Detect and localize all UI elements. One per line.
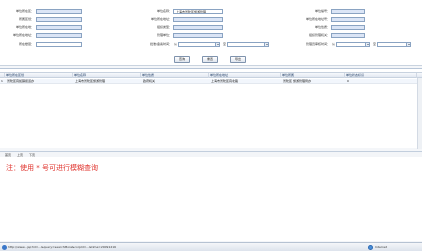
unit-nature-field[interactable] <box>331 25 365 30</box>
chevron-down-icon <box>406 43 410 46</box>
unit-site-field[interactable] <box>36 33 82 38</box>
org-type-field[interactable] <box>173 25 223 30</box>
grid-scrollbar[interactable] <box>417 78 422 149</box>
search-button[interactable]: 查询 <box>174 56 190 63</box>
division-field[interactable] <box>36 17 82 22</box>
approval-to-select[interactable] <box>227 42 269 47</box>
district-field[interactable] <box>36 9 82 14</box>
review-to-label: 至 <box>373 42 377 46</box>
row-unit-name: 上海市普陀区旅游管理 <box>75 79 106 83</box>
reset-button[interactable]: 重置 <box>202 56 218 63</box>
approval-from-select[interactable] <box>178 42 220 47</box>
approval-from-label: 从 <box>174 42 178 46</box>
status-bar: http://www...jsp?id=...&query=searchMore… <box>0 242 422 251</box>
security-zone[interactable]: Internet <box>375 245 387 250</box>
row-district: 普陀区真如镇街道办 <box>7 79 35 83</box>
grid-header-address[interactable]: 单位所在地址 <box>209 73 281 78</box>
review-from-label: 从 <box>332 42 336 46</box>
unit-location-field[interactable] <box>36 25 82 30</box>
approval-to-label: 至 <box>223 42 227 46</box>
grid-header-status[interactable]: 单位状态标识 <box>345 73 417 78</box>
chevron-down-icon <box>215 43 219 46</box>
division-label: 所属区划： <box>18 17 34 21</box>
approval-time-label: 批准/备案时间： <box>149 42 172 46</box>
org-type-label: 组织类型： <box>156 25 172 29</box>
grid-header-unit-name[interactable]: 单位名称 <box>73 73 141 78</box>
result-grid: 单位所在区划 单位名称 单位性质 单位所在地址 单位所属 单位状态标识 1 普陀… <box>0 68 422 149</box>
management-unit-label: 管理单位： <box>156 33 172 37</box>
globe-icon <box>368 245 373 250</box>
fuzzy-search-tip: 注：使用 * 号可进行模糊查询 <box>6 164 98 172</box>
review-from-select[interactable] <box>336 42 370 47</box>
grid-header-unit-nature[interactable]: 单位性质 <box>141 73 209 78</box>
tip-panel: 注：使用 * 号可进行模糊查询 <box>0 157 422 241</box>
address-number-label: 单位所在地址号： <box>305 17 330 21</box>
unit-address-field[interactable] <box>173 17 223 22</box>
status-url: http://www...jsp?id=...&query=searchMore… <box>8 245 117 249</box>
row-status: 0 <box>347 79 349 83</box>
org-authority-label: 组织管理机关： <box>308 33 330 37</box>
chevron-down-icon <box>264 43 268 46</box>
org-authority-field[interactable] <box>331 33 365 38</box>
unit-site-label: 单位所在地址： <box>12 33 34 37</box>
floor-label: 所在楼层： <box>18 42 34 46</box>
unit-number-field[interactable] <box>331 9 365 14</box>
row-affiliation: 普陀区 旅游管理局办 <box>283 79 311 83</box>
unit-nature-label: 单位性质： <box>314 25 330 29</box>
address-number-field[interactable] <box>331 17 365 22</box>
unit-name-label: 单位名称： <box>156 9 172 13</box>
query-form: 单位所在区： 单位名称： 上海市普陀区旅游管理 单位编号： 所属区划： 单位所在… <box>0 0 422 66</box>
district-label: 单位所在区： <box>15 9 34 13</box>
unit-name-field[interactable]: 上海市普陀区旅游管理 <box>173 9 223 14</box>
grid-header: 单位所在区划 单位名称 单位性质 单位所在地址 单位所属 单位状态标识 <box>0 72 422 78</box>
chevron-down-icon <box>365 43 369 46</box>
grid-header-district[interactable]: 单位所在区划 <box>5 73 73 78</box>
management-unit-field[interactable] <box>173 33 223 38</box>
page-icon <box>2 245 7 250</box>
row-address: 上海市普陀区真北路 <box>211 79 239 83</box>
table-row[interactable]: 1 普陀区真如镇街道办 上海市普陀区旅游管理 政府机关 上海市普陀区真北路 普陀… <box>0 79 422 84</box>
row-index: 1 <box>1 79 3 83</box>
unit-location-label: 单位所在地： <box>15 25 34 29</box>
review-time-label: 管理员审核时间： <box>305 42 330 46</box>
review-to-select[interactable] <box>377 42 411 47</box>
export-button[interactable]: 导出 <box>230 56 246 63</box>
unit-number-label: 单位编号： <box>314 9 330 13</box>
unit-address-label: 单位所在地址： <box>150 17 172 21</box>
floor-field[interactable] <box>36 42 82 47</box>
grid-header-affiliation[interactable]: 单位所属 <box>281 73 345 78</box>
row-unit-nature: 政府机关 <box>143 79 156 83</box>
